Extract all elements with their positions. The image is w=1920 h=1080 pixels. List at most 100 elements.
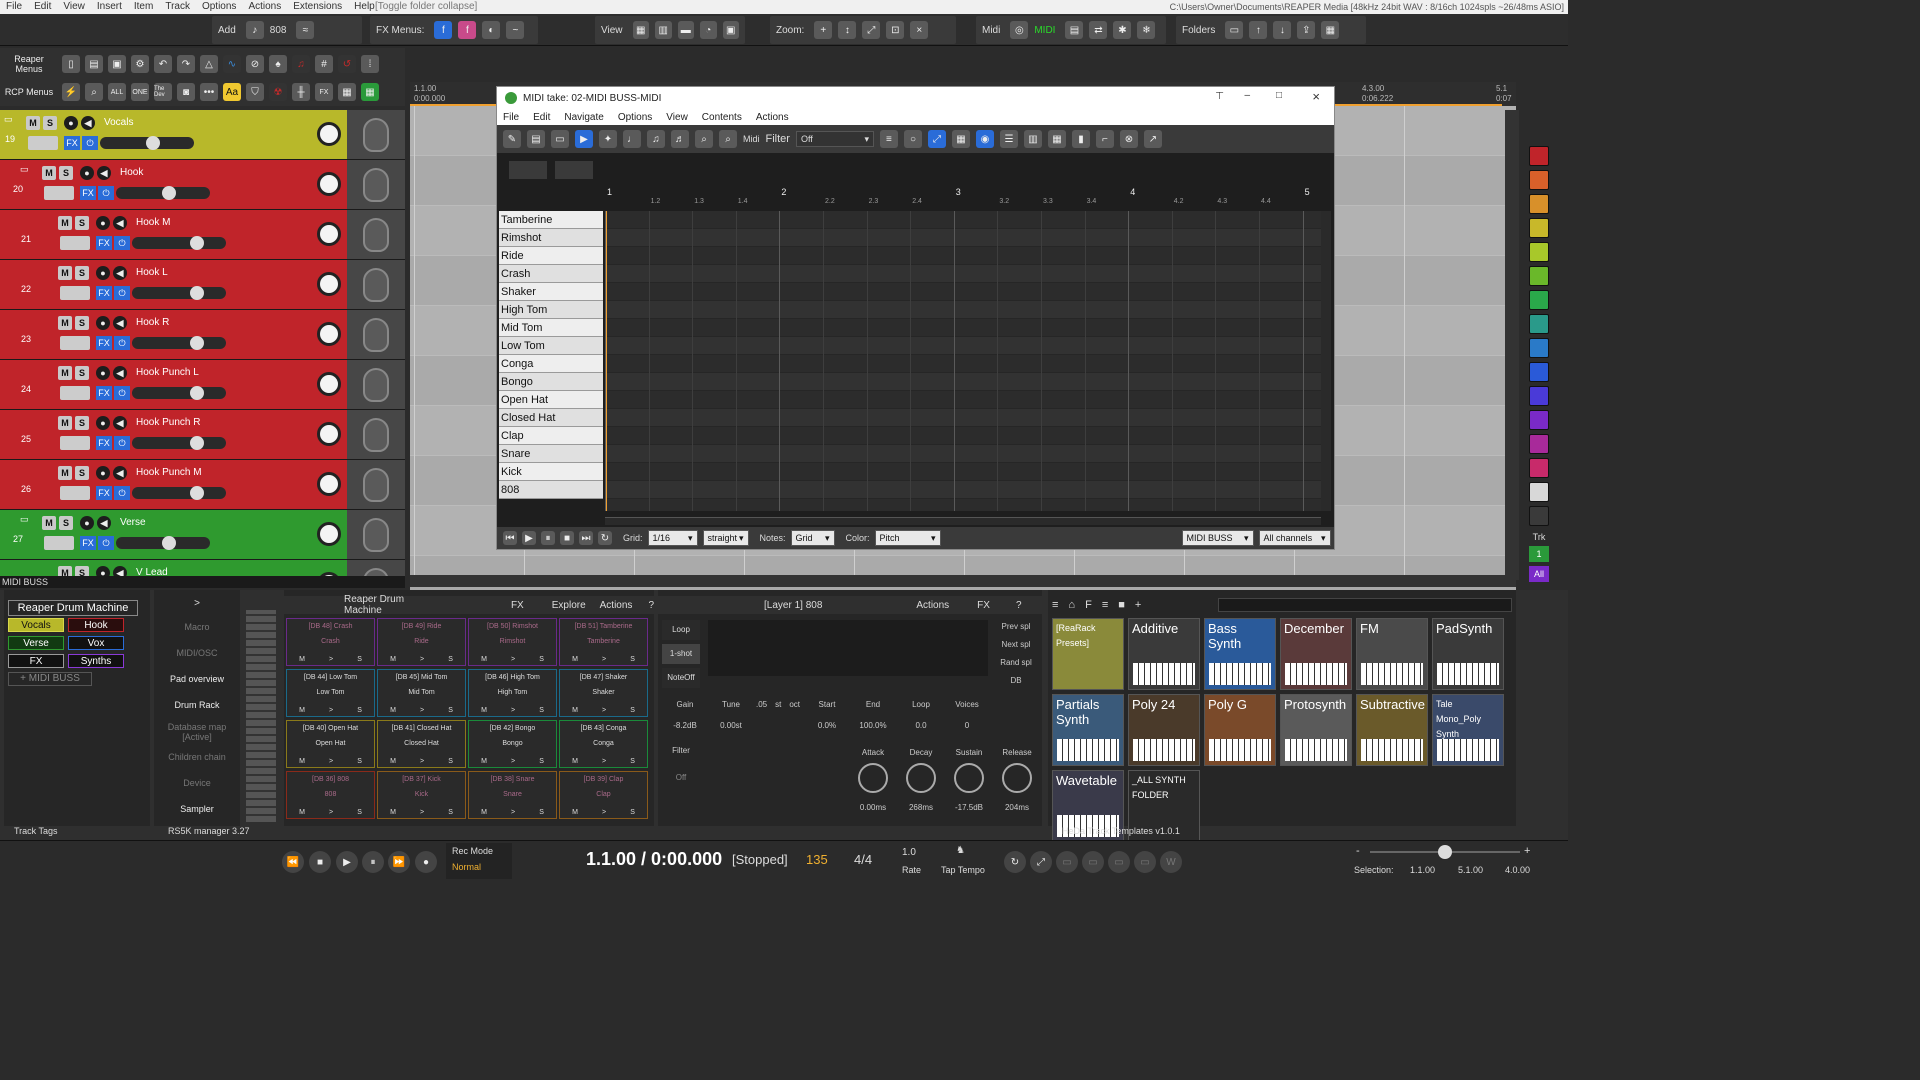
stop-icon[interactable]: ■ — [560, 531, 574, 545]
menu-edit[interactable]: Edit — [34, 0, 51, 14]
screenset-icon[interactable]: ▣ — [722, 21, 739, 39]
template-tile[interactable]: FM — [1356, 618, 1428, 690]
pad-play-button[interactable]: > — [511, 809, 515, 816]
fx-button[interactable]: FX — [96, 286, 112, 300]
pad-mute-button[interactable]: M — [299, 707, 305, 714]
menu-track[interactable]: Track — [165, 0, 190, 14]
play-button-icon[interactable]: ▶ — [336, 851, 358, 873]
note-name[interactable]: Bongo — [499, 373, 603, 391]
note-name[interactable]: Clap — [499, 427, 603, 445]
volume-fader[interactable] — [132, 286, 226, 300]
drum-pad[interactable]: [DB 39] Clap Clap M > S — [559, 771, 648, 819]
track-name[interactable]: Hook — [120, 167, 143, 178]
velocity-icon[interactable]: ⤢ — [927, 130, 946, 148]
solo-button[interactable]: S — [75, 566, 89, 576]
save-icon[interactable]: ▣ — [108, 55, 126, 73]
select-tool-icon[interactable]: ▶ — [575, 130, 593, 148]
volume-fader[interactable] — [100, 136, 194, 150]
record-arm-button[interactable]: ● — [96, 316, 110, 330]
add-label[interactable]: Add — [218, 25, 236, 36]
channel-dropdown[interactable]: All channels ▾ — [1258, 530, 1331, 546]
pad-play-button[interactable]: > — [329, 707, 333, 714]
monitor-icon[interactable]: ◀ — [97, 516, 111, 530]
pad-mute-button[interactable]: M — [390, 707, 396, 714]
io-routing-icon[interactable] — [44, 536, 74, 550]
pad-play-button[interactable]: > — [329, 656, 333, 663]
sampler-help-button[interactable]: ? — [1016, 600, 1022, 611]
step-icon[interactable]: ▬ — [677, 21, 694, 39]
favorites-button[interactable]: F — [1085, 599, 1092, 611]
tune-step-octave[interactable]: oct — [789, 700, 800, 709]
drum-pad[interactable]: [DB 51] Tamberine Tamberine M > S — [559, 618, 648, 666]
pause-button-icon[interactable]: ⏸ — [362, 851, 384, 873]
volume-fader[interactable] — [132, 336, 226, 350]
play-icon[interactable]: ▶ — [522, 531, 536, 545]
zoom-selection-icon[interactable]: ⊡ — [886, 21, 905, 39]
volume-fader-knob[interactable] — [162, 186, 176, 200]
waveform-icon[interactable]: ≈ — [296, 21, 315, 39]
zoom-slider[interactable] — [1370, 845, 1520, 859]
pad-solo-button[interactable]: S — [357, 707, 362, 714]
drum-pad[interactable]: [DB 42] Bongo Bongo M > S — [468, 720, 557, 768]
fx-bypass-icon[interactable]: ⏻ — [114, 436, 130, 450]
browser-icon[interactable]: ◔ — [700, 21, 717, 39]
fx-button[interactable]: FX — [96, 486, 112, 500]
lane-button-1[interactable] — [509, 161, 547, 179]
pad-mute-button[interactable]: M — [572, 707, 578, 714]
tag-hook[interactable]: Hook — [68, 618, 124, 632]
grid-view-icon[interactable]: ▦ — [632, 21, 649, 39]
pad-play-button[interactable]: > — [420, 758, 424, 765]
record-arm-button[interactable]: ● — [96, 216, 110, 230]
color-swatch[interactable] — [1529, 314, 1549, 334]
note-lane[interactable] — [605, 445, 1321, 463]
note-name[interactable]: 808 — [499, 481, 603, 499]
pad-mute-button[interactable]: M — [481, 758, 487, 765]
track-icon-area[interactable] — [347, 160, 405, 209]
drum-pad[interactable]: [DB 36] 808 808 M > S — [286, 771, 375, 819]
folder-export-icon[interactable]: ⇪ — [1297, 21, 1316, 39]
param-value[interactable]: 0.0 — [898, 721, 944, 730]
rs5k-side-item[interactable]: Database map [Active] — [154, 722, 240, 742]
fx-x-button[interactable]: FX — [315, 83, 333, 101]
metronome-icon[interactable]: △ — [200, 55, 218, 73]
midi-ruler[interactable]: 1 1.2 1.3 1.4 2 2.2 2.3 2.4 3 3.2 3.3 3.4 4 4.2 4.3 4.4… — [605, 183, 1321, 207]
filter-state[interactable]: Off — [662, 773, 700, 782]
monitor-icon[interactable]: ◀ — [113, 366, 127, 380]
midi-vscroll[interactable] — [1321, 211, 1331, 511]
midi-menu-navigate[interactable]: Navigate — [564, 112, 603, 123]
record-arm-button[interactable]: ● — [80, 516, 94, 530]
star-tool-icon[interactable]: ✦ — [599, 130, 617, 148]
note-name[interactable]: Tamberine — [499, 211, 603, 229]
add-808-label[interactable]: 808 — [270, 25, 287, 36]
toggle-folder-label[interactable]: [Toggle folder collapse] — [375, 0, 477, 14]
note-lane[interactable] — [605, 211, 1321, 229]
pad-mute-button[interactable]: M — [299, 809, 305, 816]
arrange-vscroll[interactable] — [1505, 110, 1519, 580]
note-name[interactable]: Snare — [499, 445, 603, 463]
rate-value[interactable]: 1.0 — [902, 847, 916, 858]
solo-button[interactable]: S — [75, 266, 89, 280]
trk-label[interactable]: Trk — [1524, 532, 1554, 542]
sample-nav-button[interactable]: DB — [994, 676, 1038, 685]
track-icon-area[interactable] — [347, 410, 405, 459]
fx-bypass-icon[interactable]: ⏻ — [98, 186, 114, 200]
mute-button[interactable]: M — [58, 316, 72, 330]
folder-icon[interactable]: ▭ — [4, 114, 13, 125]
drum-actions-button[interactable]: Actions — [600, 600, 633, 611]
piano-icon[interactable]: ▤ — [527, 130, 545, 148]
midi-menu-file[interactable]: File — [503, 112, 519, 123]
zoom-fit-icon[interactable]: ⤢ — [862, 21, 881, 39]
note-lane[interactable] — [605, 373, 1321, 391]
rewind-icon[interactable]: ⏪ — [282, 851, 304, 873]
fx-bypass-icon[interactable]: ⏻ — [114, 386, 130, 400]
grid-toggle-icon[interactable]: ▦ — [951, 130, 970, 148]
position-display[interactable]: 1.1.00 / 0:00.000 — [586, 849, 722, 870]
menu-help[interactable]: Help — [354, 0, 375, 14]
mute-button[interactable]: M — [58, 466, 72, 480]
notes-dropdown[interactable]: Grid ▾ — [790, 530, 835, 546]
pad-play-button[interactable]: > — [602, 656, 606, 663]
settings-icon[interactable]: ⚙ — [131, 55, 149, 73]
midi-note-grid[interactable] — [605, 211, 1321, 511]
export-icon[interactable]: ↗ — [1143, 130, 1162, 148]
volume-fader[interactable] — [132, 436, 226, 450]
